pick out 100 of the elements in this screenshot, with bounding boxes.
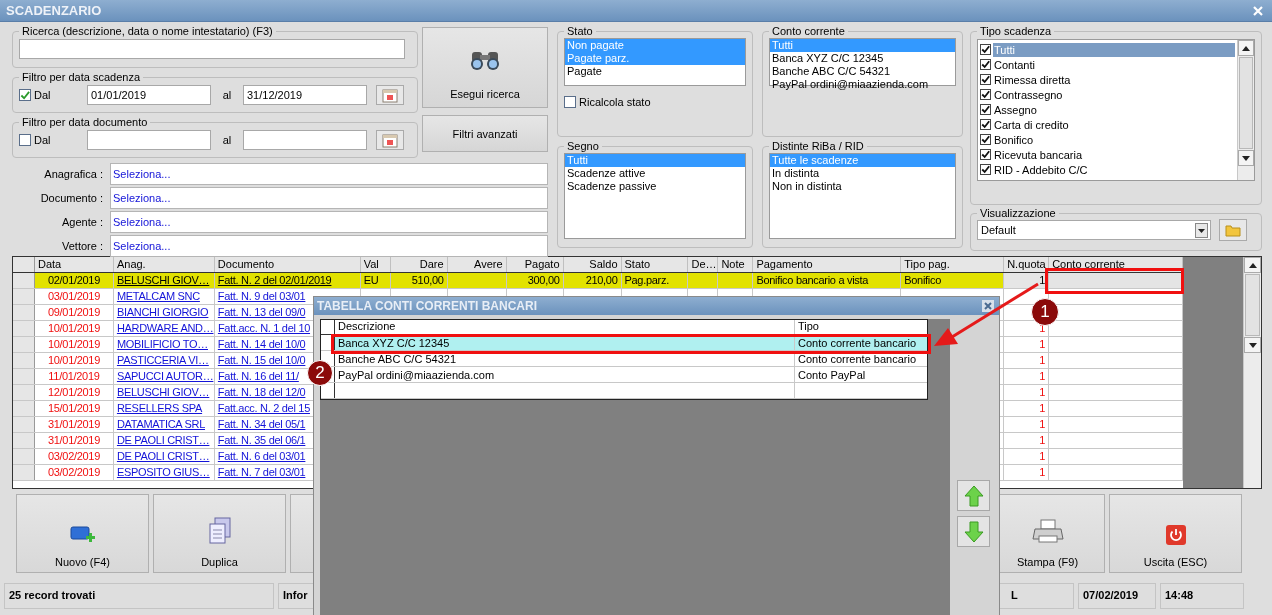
column-header[interactable]: Stato [621,257,689,272]
calendar-button[interactable] [376,130,404,150]
column-header[interactable]: Tipo [795,320,927,334]
link-cell[interactable]: BELUSCHI GIOV… [113,273,215,288]
row-header[interactable] [13,289,35,304]
column-header[interactable]: Descrizione [335,320,795,334]
close-icon[interactable] [982,300,994,312]
column-header[interactable]: Avere [447,257,507,272]
list-item[interactable]: Banca XYZ C/C 12345 [770,52,955,65]
link-cell[interactable]: SAPUCCI AUTOR… [113,369,215,384]
select-field[interactable]: Seleziona... [110,163,548,185]
link-cell[interactable]: BELUSCHI GIOV… [113,385,215,400]
scroll-down-icon[interactable] [1242,155,1250,161]
list-box[interactable]: Non pagate Pagate parz. Pagate [564,38,746,86]
calendar-button[interactable] [376,85,404,105]
search-field[interactable] [19,39,405,59]
scroll-thumb[interactable] [1239,57,1253,149]
column-header[interactable]: Note [718,257,754,272]
search-button[interactable]: Esegui ricerca [422,27,548,108]
exit-button[interactable]: Uscita (ESC) [1109,494,1242,573]
column-header[interactable]: Pagamento [753,257,902,272]
folder-button[interactable] [1219,219,1247,241]
advanced-filters-button[interactable]: Filtri avanzati [422,115,548,152]
list-item[interactable]: Rimessa diretta [993,72,1235,87]
duplicate-button[interactable]: Duplica [153,494,286,573]
close-icon[interactable] [1253,5,1263,16]
list-item[interactable]: Pagate [565,65,745,78]
link-cell[interactable]: DE PAOLI CRIST… [113,449,215,464]
table-row[interactable]: 02/01/2019 BELUSCHI GIOV… Fatt. N. 2 del 02/01/2019 EU 510,00 300,00 210,00 Pag.parz. Bonifico bancario a vista Bonifico 1 [13,273,1183,289]
select-field[interactable]: Seleziona... [110,187,548,209]
link-cell[interactable]: HARDWARE AND… [113,321,215,336]
column-header[interactable]: Data [35,257,114,272]
list-item[interactable]: RID - Addebito C/C [993,162,1235,177]
scroll-up-icon[interactable] [1242,45,1250,51]
checkbox[interactable] [980,89,991,100]
date-field[interactable] [243,130,367,150]
scroll-up-icon[interactable] [1248,262,1257,268]
column-header[interactable]: Documento [214,257,361,272]
column-header[interactable]: Anag. [113,257,215,272]
list-item[interactable]: Bonifico [993,132,1235,147]
checkbox[interactable] [980,74,991,85]
list-item[interactable]: Ricevuta bancaria [993,147,1235,162]
link-cell[interactable]: DE PAOLI CRIST… [113,433,215,448]
checkbox[interactable] [980,59,991,70]
checkbox[interactable] [19,89,31,101]
link-cell[interactable]: Fatt. N. 2 del 02/01/2019 [214,273,361,288]
row-header[interactable] [13,353,35,368]
link-cell[interactable]: PASTICCERIA VI… [113,353,215,368]
select-field[interactable]: Seleziona... [110,235,548,257]
list-box[interactable]: Tutte le scadenze In distinta Non in distinta [769,153,956,239]
column-header[interactable]: Tipo pag. [901,257,1005,272]
checkbox[interactable] [980,149,991,160]
link-cell[interactable]: RESELLERS SPA [113,401,215,416]
checkbox[interactable] [980,104,991,115]
row-header[interactable] [13,369,35,384]
row-header[interactable] [13,433,35,448]
move-up-button[interactable] [957,480,990,511]
link-cell[interactable]: ESPOSITO GIUS… [113,465,215,480]
row-header[interactable] [13,273,35,288]
column-header[interactable]: Saldo [563,257,622,272]
date-field[interactable] [87,130,211,150]
row-header[interactable] [13,321,35,336]
checkbox[interactable] [980,119,991,130]
checkbox[interactable] [980,44,991,55]
list-item[interactable]: Banche ABC C/C 54321 [770,65,955,78]
checkbox[interactable] [564,96,576,108]
scrollbar[interactable] [1243,257,1261,488]
row-header[interactable] [13,465,35,480]
checkbox[interactable] [980,134,991,145]
new-button[interactable]: Nuovo (F4) [16,494,149,573]
checkbox[interactable] [19,134,31,146]
list-item[interactable]: Contrassegno [993,87,1235,102]
list-item[interactable]: Scadenze attive [565,167,745,180]
move-down-button[interactable] [957,516,990,547]
link-cell[interactable]: METALCAM SNC [113,289,215,304]
checkbox[interactable] [980,164,991,175]
list-item[interactable]: Scadenze passive [565,180,745,193]
list-item[interactable]: Contanti [993,57,1235,72]
row-header[interactable] [13,385,35,400]
row-header[interactable] [13,305,35,320]
row-header[interactable] [13,401,35,416]
list-box[interactable]: Tutti Scadenze attive Scadenze passive [564,153,746,239]
column-header[interactable]: De… [688,257,719,272]
select-field[interactable]: Seleziona... [110,211,548,233]
scrollbar[interactable] [1237,40,1254,180]
column-header[interactable]: Pagato [506,257,564,272]
link-cell[interactable]: MOBILIFICIO TO… [113,337,215,352]
view-dropdown[interactable]: Default [977,220,1211,240]
row-header[interactable] [13,337,35,352]
date-field[interactable]: 31/12/2019 [243,85,367,105]
row-header[interactable] [13,449,35,464]
scroll-thumb[interactable] [1245,274,1260,336]
scroll-down-icon[interactable] [1248,342,1257,348]
list-item[interactable]: Assegno [993,102,1235,117]
checklist-box[interactable]: Tutti Contanti Rimessa diretta Contrassegno Assegno Carta di credito Bonifico Ricevuta bancaria RID - Addebito C/C [977,39,1255,181]
link-cell[interactable]: DATAMATICA SRL [113,417,215,432]
row-header[interactable] [13,417,35,432]
date-field[interactable]: 01/01/2019 [87,85,211,105]
list-item[interactable]: Non in distinta [770,180,955,193]
list-item[interactable]: Carta di credito [993,117,1235,132]
